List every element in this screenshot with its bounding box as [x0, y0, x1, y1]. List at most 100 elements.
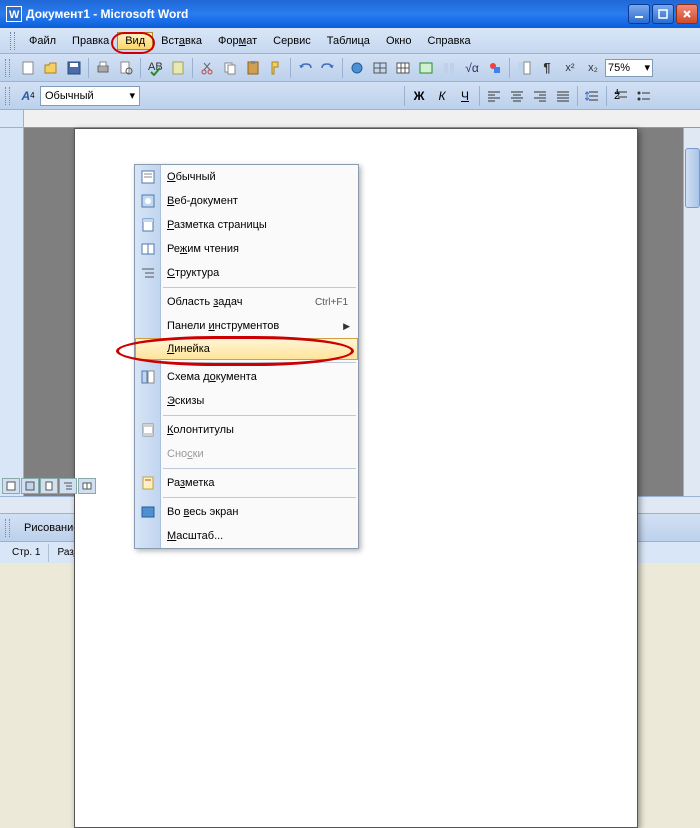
- menu-table[interactable]: Таблица: [319, 32, 378, 50]
- menu-item-label: Панели инструментов: [167, 320, 279, 332]
- menu-item-label: Линейка: [167, 343, 210, 355]
- insert-hyperlink-button[interactable]: [346, 57, 368, 79]
- view-menu-item-4[interactable]: Структура: [135, 261, 358, 285]
- bold-button[interactable]: Ж: [408, 85, 430, 107]
- line-spacing-button[interactable]: [581, 85, 603, 107]
- align-left-button[interactable]: [483, 85, 505, 107]
- view-menu-item-0[interactable]: Обычный: [135, 165, 358, 189]
- window-title: Документ1 - Microsoft Word: [26, 7, 628, 21]
- menu-edit[interactable]: Правка: [64, 32, 117, 50]
- menu-window[interactable]: Окно: [378, 32, 420, 50]
- view-menu-item-14: Сноски: [135, 442, 358, 466]
- tables-borders-button[interactable]: [369, 57, 391, 79]
- styles-pane-button[interactable]: A4: [17, 85, 39, 107]
- horizontal-ruler[interactable]: [24, 110, 700, 128]
- toolbar-grip[interactable]: [10, 32, 15, 50]
- menu-item-label: Эскизы: [167, 395, 204, 407]
- align-right-button[interactable]: [529, 85, 551, 107]
- menu-item-label: Колонтитулы: [167, 424, 234, 436]
- view-menu-item-6[interactable]: Область задач Ctrl+F1: [135, 290, 358, 314]
- insert-table-button[interactable]: [392, 57, 414, 79]
- menubar: Файл Правка Вид Вставка Формат Сервис Та…: [0, 28, 700, 54]
- view-menu-item-2[interactable]: Разметка страницы: [135, 213, 358, 237]
- view-menu-item-3[interactable]: Режим чтения: [135, 237, 358, 261]
- copy-button[interactable]: [219, 57, 241, 79]
- cut-button[interactable]: [196, 57, 218, 79]
- toolbar-grip[interactable]: [5, 59, 10, 77]
- reading-view-tab[interactable]: [78, 478, 96, 494]
- view-menu-item-7[interactable]: Панели инструментов▶: [135, 314, 358, 338]
- research-button[interactable]: [167, 57, 189, 79]
- reading-icon: [139, 240, 157, 258]
- zoom-combo[interactable]: 75%▾: [605, 59, 653, 77]
- numbering-button[interactable]: 12: [610, 85, 632, 107]
- columns-button[interactable]: [438, 57, 460, 79]
- format-painter-button[interactable]: [265, 57, 287, 79]
- menu-insert[interactable]: Вставка: [153, 32, 210, 50]
- doc-map-icon: [139, 368, 157, 386]
- normal-view-tab[interactable]: [2, 478, 20, 494]
- status-page: Стр. 1: [4, 544, 49, 562]
- menu-file[interactable]: Файл: [21, 32, 64, 50]
- vertical-scrollbar[interactable]: [683, 128, 700, 496]
- menu-view[interactable]: Вид: [117, 32, 153, 50]
- view-menu-item-16[interactable]: Разметка: [135, 471, 358, 495]
- align-center-button[interactable]: [506, 85, 528, 107]
- outline-view-tab[interactable]: [59, 478, 77, 494]
- minimize-button[interactable]: [628, 4, 650, 24]
- maximize-button[interactable]: [652, 4, 674, 24]
- document-area[interactable]: [24, 110, 700, 496]
- undo-button[interactable]: [294, 57, 316, 79]
- sup-button[interactable]: x²: [559, 57, 581, 79]
- menu-format[interactable]: Формат: [210, 32, 265, 50]
- menu-item-label: Веб-документ: [167, 195, 238, 207]
- menu-item-label: Область задач: [167, 296, 242, 308]
- workspace: Обычный Веб-документ Разметка страницы Режи…: [0, 110, 700, 496]
- new-doc-button[interactable]: [17, 57, 39, 79]
- print-button[interactable]: [92, 57, 114, 79]
- insert-worksheet-button[interactable]: [415, 57, 437, 79]
- outline-icon: [139, 264, 157, 282]
- drawing-button[interactable]: [484, 57, 506, 79]
- view-mode-tabs: [2, 478, 96, 496]
- style-combo[interactable]: Обычный▾: [40, 86, 140, 106]
- view-menu-dropdown: Обычный Веб-документ Разметка страницы Режи…: [134, 164, 359, 549]
- show-hide-button[interactable]: ¶: [536, 57, 558, 79]
- menu-shortcut: Ctrl+F1: [315, 297, 358, 308]
- menu-item-label: Структура: [167, 267, 219, 279]
- view-menu-item-1[interactable]: Веб-документ: [135, 189, 358, 213]
- open-button[interactable]: [40, 57, 62, 79]
- menu-item-label: Разметка страницы: [167, 219, 267, 231]
- ruler-corner: [0, 110, 24, 128]
- menu-tools[interactable]: Сервис: [265, 32, 319, 50]
- redo-button[interactable]: [317, 57, 339, 79]
- underline-button[interactable]: Ч: [454, 85, 476, 107]
- bullets-button[interactable]: [633, 85, 655, 107]
- toolbar-grip[interactable]: [5, 519, 10, 537]
- doc-map-button[interactable]: [513, 57, 535, 79]
- view-menu-item-11[interactable]: Эскизы: [135, 389, 358, 413]
- view-menu-item-19[interactable]: Масштаб...: [135, 524, 358, 548]
- web-view-tab[interactable]: [21, 478, 39, 494]
- view-menu-item-8[interactable]: Линейка: [135, 338, 358, 360]
- app-icon: W: [6, 6, 22, 22]
- equation-button[interactable]: √α: [461, 57, 483, 79]
- view-menu-item-10[interactable]: Схема документа: [135, 365, 358, 389]
- save-button[interactable]: [63, 57, 85, 79]
- header-footer-icon: [139, 421, 157, 439]
- toolbar-grip[interactable]: [5, 87, 10, 105]
- menu-help[interactable]: Справка: [420, 32, 479, 50]
- view-menu-item-13[interactable]: Колонтитулы: [135, 418, 358, 442]
- align-justify-button[interactable]: [552, 85, 574, 107]
- paste-button[interactable]: [242, 57, 264, 79]
- menu-item-label: Сноски: [167, 448, 204, 460]
- sub-button[interactable]: x₂: [582, 57, 604, 79]
- menu-item-label: Разметка: [167, 477, 215, 489]
- spelling-button[interactable]: ABC: [144, 57, 166, 79]
- vertical-ruler: [0, 110, 24, 496]
- print-view-tab[interactable]: [40, 478, 58, 494]
- close-button[interactable]: [676, 4, 698, 24]
- italic-button[interactable]: К: [431, 85, 453, 107]
- view-menu-item-18[interactable]: Во весь экран: [135, 500, 358, 524]
- print-preview-button[interactable]: [115, 57, 137, 79]
